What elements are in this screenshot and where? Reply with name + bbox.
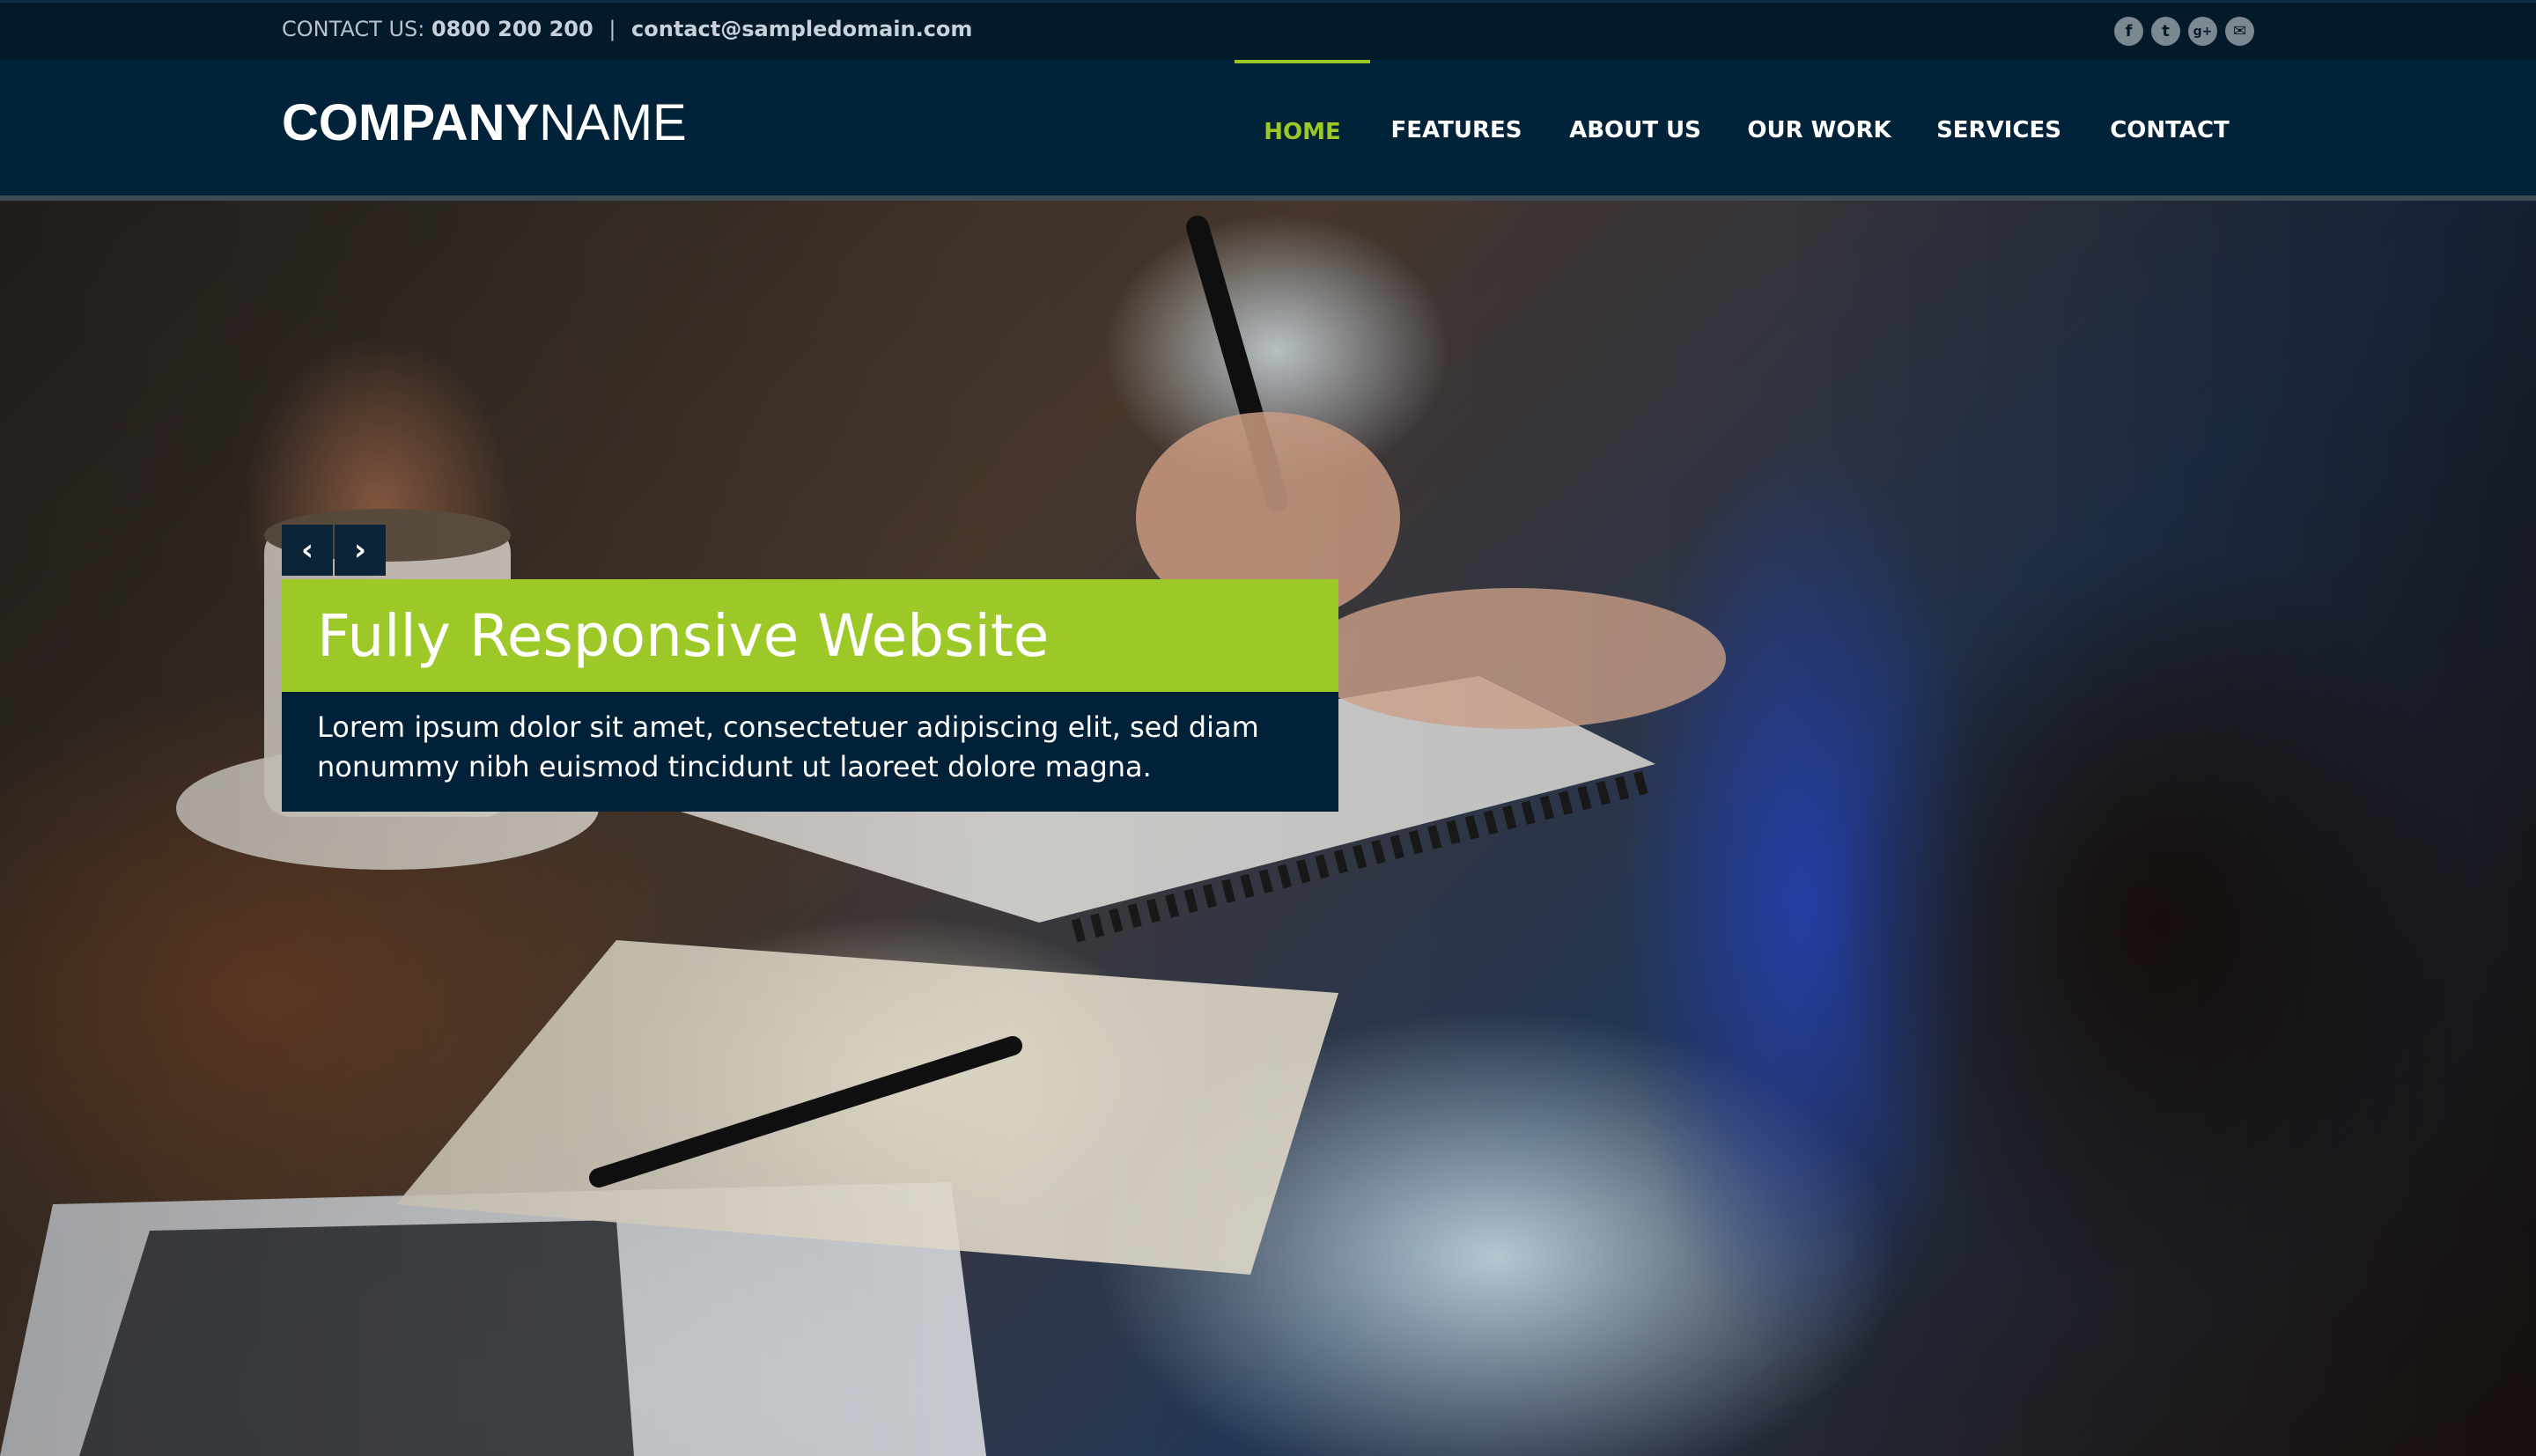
top-bar: CONTACT US: 0800 200 200 | contact@sampl… (0, 0, 2536, 60)
contact-phone[interactable]: 0800 200 200 (431, 17, 593, 41)
contact-email[interactable]: contact@sampledomain.com (631, 17, 972, 41)
contact-label: CONTACT US: (282, 17, 425, 41)
facebook-icon[interactable]: f (2114, 17, 2143, 46)
main-nav: HOME FEATURES ABOUT US OUR WORK SERVICES… (0, 60, 2536, 201)
social-links: f t g+ ✉ (2114, 17, 2254, 46)
nav-contact[interactable]: CONTACT (2106, 60, 2233, 201)
twitter-icon[interactable]: t (2151, 17, 2180, 46)
hero-overlay (0, 201, 2536, 1456)
slide-description: Lorem ipsum dolor sit amet, consectetuer… (282, 692, 1338, 812)
nav-our-work[interactable]: OUR WORK (1747, 60, 1891, 201)
contact-separator: | (608, 17, 616, 41)
nav-about-us[interactable]: ABOUT US (1566, 60, 1705, 201)
contact-info: CONTACT US: 0800 200 200 | contact@sampl… (282, 17, 972, 41)
email-icon[interactable]: ✉ (2225, 17, 2254, 46)
slide-title: Fully Responsive Website (282, 579, 1338, 692)
nav-features[interactable]: FEATURES (1386, 60, 1527, 201)
google-plus-icon[interactable]: g+ (2188, 17, 2217, 46)
nav-services[interactable]: SERVICES (1934, 60, 2064, 201)
nav-home[interactable]: HOME (1235, 60, 1370, 201)
hero-slider: ‹ › Fully Responsive Website Lorem ipsum… (0, 201, 2536, 1456)
chevron-left-icon[interactable]: ‹ (282, 525, 333, 576)
chevron-right-icon[interactable]: › (335, 525, 386, 576)
site-header: COMPANYNAME HOME FEATURES ABOUT US OUR W… (0, 60, 2536, 201)
slider-controls: ‹ › (282, 525, 386, 576)
